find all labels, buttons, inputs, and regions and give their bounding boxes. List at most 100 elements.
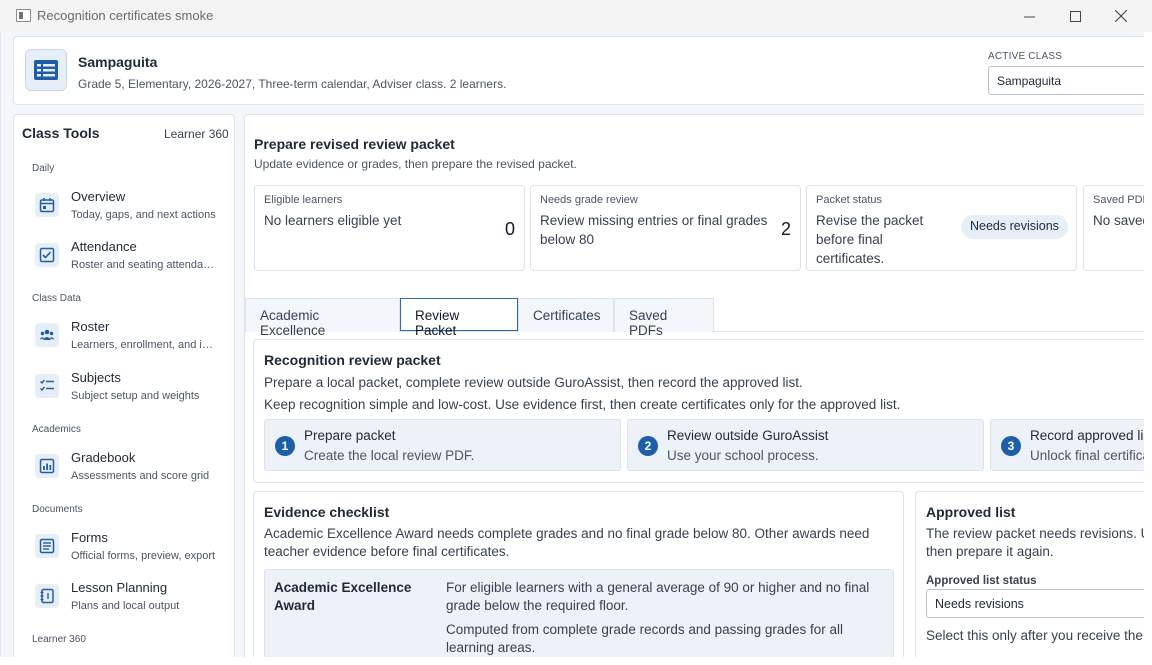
step-title: Prepare packet <box>304 428 396 443</box>
chart-icon <box>35 454 59 478</box>
evidence-title: Evidence checklist <box>264 504 390 520</box>
sidebar-item-overview[interactable]: Overview Today, gaps, and next actions <box>26 186 222 226</box>
step-prepare-packet: 1 Prepare packet Create the local review… <box>264 419 621 471</box>
stat-value: 2 <box>780 219 791 239</box>
app-icon <box>16 9 31 22</box>
stat-text: Revise the packet before final certifica… <box>816 213 924 266</box>
calendar-icon <box>35 193 59 217</box>
sidebar-item-label: Attendance <box>71 239 137 254</box>
step-number: 3 <box>1001 436 1021 456</box>
window-title: Recognition certificates smoke <box>37 8 214 23</box>
sidebar-item-label: Gradebook <box>71 450 136 465</box>
approved-title: Approved list <box>926 504 1016 520</box>
stat-value: 0 <box>504 219 515 239</box>
award-name: Academic Excellence Award <box>274 580 412 613</box>
main-content: Prepare revised review packet Update evi… <box>244 114 1144 657</box>
step-sub: Use your school process. <box>667 448 819 463</box>
close-button[interactable] <box>1098 0 1144 32</box>
section-learner-360: Learner 360 <box>32 634 86 645</box>
step-title: Review outside GuroAssist <box>667 428 829 443</box>
people-icon <box>35 323 59 347</box>
window-titlebar: Recognition certificates smoke <box>0 0 1152 32</box>
stat-label: Packet status <box>816 194 883 206</box>
minimize-icon <box>1023 16 1035 17</box>
step-number: 1 <box>275 436 295 456</box>
sidebar-item-sub: Learners, enrollment, and imports <box>71 339 219 351</box>
sidebar-item-sub: Plans and local output <box>71 600 180 612</box>
step-record-approved: 3 Record approved list Unlock final cert… <box>990 419 1144 471</box>
approved-status-label: Approved list status <box>926 575 1037 587</box>
app-area: Sampaguita Grade 5, Elementary, 2026-202… <box>0 32 1144 657</box>
maximize-button[interactable] <box>1052 0 1098 32</box>
tab-certificates[interactable]: Certificates <box>518 298 614 332</box>
sidebar-item-label: Subjects <box>71 370 121 385</box>
class-description: Grade 5, Elementary, 2026-2027, Three-te… <box>78 77 507 91</box>
approved-status-select[interactable]: Needs revisions <box>926 589 1144 618</box>
stat-label: Eligible learners <box>264 194 343 206</box>
learner-360-link[interactable]: Learner 360 <box>164 127 229 141</box>
panel-line: Prepare a local packet, complete review … <box>264 375 803 390</box>
stat-needs-grade-review: Needs grade review Review missing entrie… <box>530 185 801 271</box>
notebook-icon <box>35 584 59 608</box>
section-documents: Documents <box>32 504 83 515</box>
page-title: Prepare revised review packet <box>254 136 455 152</box>
maximize-icon <box>1069 10 1081 22</box>
panel-title: Recognition review packet <box>264 352 441 368</box>
panel-line: Keep recognition simple and low-cost. Us… <box>264 397 901 412</box>
tab-saved-pdfs[interactable]: Saved PDFs <box>614 298 714 338</box>
sidebar-item-forms[interactable]: Forms Official forms, preview, export <box>26 527 222 567</box>
stat-label: Saved PDFs <box>1093 194 1144 206</box>
sidebar-item-label: Roster <box>71 319 110 334</box>
window-edge-right <box>1144 32 1152 665</box>
active-class-label: ACTIVE CLASS <box>988 51 1063 62</box>
stat-label: Needs grade review <box>540 194 638 206</box>
approved-desc-line2: then prepare it again. <box>926 544 1054 559</box>
tab-review-packet[interactable]: Review Packet <box>400 298 518 338</box>
section-academics: Academics <box>32 424 81 435</box>
approved-hint: Select this only after you receive the r… <box>926 628 1144 643</box>
step-number: 2 <box>638 436 658 456</box>
evidence-checklist: Evidence checklist Academic Excellence A… <box>253 491 904 657</box>
sidebar-item-sub: Official forms, preview, export <box>71 550 216 562</box>
sidebar-item-sub: Subject setup and weights <box>71 390 200 402</box>
stat-text: No saved PDFs <box>1093 213 1144 228</box>
award-academic-excellence: Academic Excellence Award For eligible l… <box>264 569 894 657</box>
active-class-select[interactable]: Sampaguita <box>988 66 1144 95</box>
sidebar-item-label: Lesson Planning <box>71 580 168 595</box>
award-criteria: For eligible learners with a general ave… <box>446 580 870 613</box>
sidebar-item-label: Forms <box>71 530 108 545</box>
sidebar-item-subjects[interactable]: Subjects Subject setup and weights <box>26 367 222 407</box>
step-review-outside: 2 Review outside GuroAssist Use your sch… <box>627 419 984 471</box>
review-packet-panel: Recognition review packet Prepare a loca… <box>253 339 1144 483</box>
stat-text: No learners eligible yet <box>264 213 402 228</box>
minimize-button[interactable] <box>1006 0 1052 32</box>
tab-bar: Academic Excellence Review Packet Certif… <box>245 298 1144 338</box>
stat-packet-status: Packet status Revise the packet before f… <box>806 185 1077 271</box>
class-name: Sampaguita <box>78 54 158 70</box>
tab-academic-excellence[interactable]: Academic Excellence <box>245 298 400 338</box>
window-edge-bottom <box>0 657 1152 665</box>
class-header: Sampaguita Grade 5, Elementary, 2026-202… <box>13 36 1144 105</box>
page-subtitle: Update evidence or grades, then prepare … <box>254 157 577 171</box>
approved-list: Approved list The review packet needs re… <box>915 491 1144 657</box>
form-icon <box>35 534 59 558</box>
sidebar-item-attendance[interactable]: Attendance Roster and seating attendance <box>26 236 222 276</box>
step-title: Record approved list <box>1030 428 1144 443</box>
close-icon <box>1115 10 1127 22</box>
sidebar-item-roster[interactable]: Roster Learners, enrollment, and imports <box>26 316 222 356</box>
sidebar-item-lesson-planning[interactable]: Lesson Planning Plans and local output <box>26 577 222 617</box>
sidebar-item-sub: Assessments and score grid <box>71 470 210 482</box>
sidebar-item-sub: Today, gaps, and next actions <box>71 209 216 221</box>
sidebar-item-label: Overview <box>71 189 126 204</box>
stat-text: Review missing entries or final grades b… <box>540 213 768 247</box>
approved-desc-line1: The review packet needs revisions. Updat… <box>926 526 1144 541</box>
evidence-desc: Academic Excellence Award needs complete… <box>264 526 870 559</box>
award-computation: Computed from complete grade records and… <box>446 622 843 655</box>
class-list-icon <box>25 49 67 91</box>
sidebar-item-gradebook[interactable]: Gradebook Assessments and score grid <box>26 447 222 487</box>
section-class-data: Class Data <box>32 293 81 304</box>
status-badge: Needs revisions <box>961 215 1068 239</box>
section-daily: Daily <box>32 163 55 174</box>
stat-eligible-learners: Eligible learners No learners eligible y… <box>254 185 525 271</box>
step-sub: Create the local review PDF. <box>304 448 475 463</box>
